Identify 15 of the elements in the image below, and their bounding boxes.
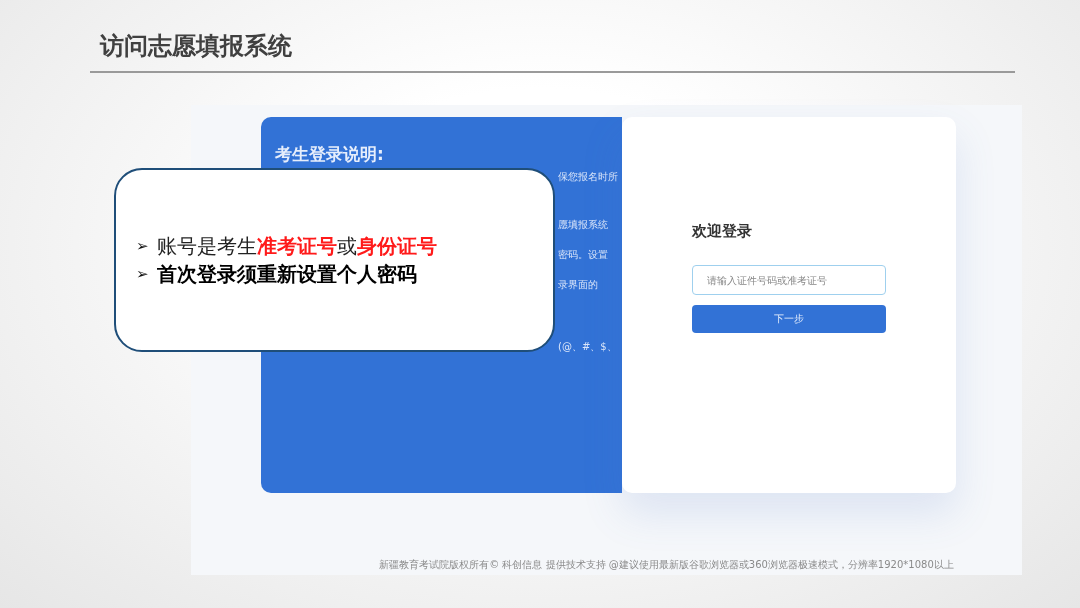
next-button[interactable]: 下一步 xyxy=(692,305,886,333)
footer-text: 新疆教育考试院版权所有© 科创信息 提供技术支持 @建议使用最新版谷歌浏览器或360浏览器极速模式，分辨率1920*1080以上 xyxy=(378,558,955,572)
bullet-icon: ➢ xyxy=(136,237,149,255)
info-text: 密码。设置 xyxy=(558,248,608,262)
info-text: 录界面的 xyxy=(558,278,598,292)
login-title: 欢迎登录 xyxy=(692,222,753,241)
slide-title: 访问志愿填报系统 xyxy=(100,31,293,62)
info-text: 愿填报系统 xyxy=(558,218,608,232)
info-heading: 考生登录说明: xyxy=(275,143,385,166)
bullet-icon: ➢ xyxy=(136,265,149,283)
info-text: 保您报名时所 xyxy=(558,170,618,184)
id-input-field[interactable]: 请输入证件号码或准考证号 xyxy=(692,265,886,295)
info-text: (@、#、$、 xyxy=(558,340,617,354)
callout-text: 账号是考生准考证号或身份证号 xyxy=(157,232,437,260)
callout-text: 首次登录须重新设置个人密码 xyxy=(157,260,417,288)
